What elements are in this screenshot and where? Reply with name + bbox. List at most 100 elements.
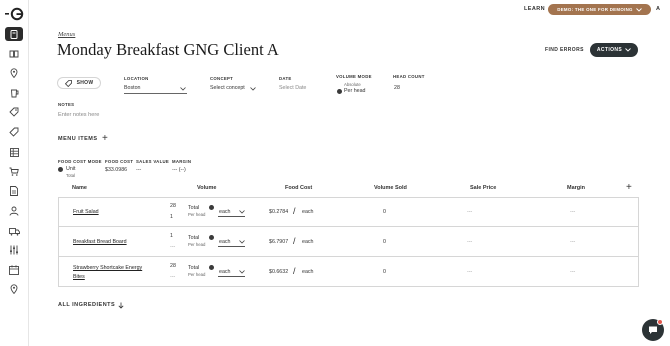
chevron-down-icon[interactable] [239, 270, 245, 274]
per-head-radio[interactable] [337, 89, 342, 94]
column-header-margin: Margin [567, 185, 586, 191]
head-count-label: HEAD COUNT [393, 74, 425, 79]
document-icon[interactable] [5, 184, 23, 198]
volume-total-label: Total [188, 235, 200, 241]
map-pin-icon[interactable] [5, 282, 23, 296]
demo-selector[interactable]: DEMO: THE ONE FOR DEMOING [548, 4, 651, 15]
volume-sold-cell[interactable]: 0 [383, 239, 386, 245]
date-input[interactable]: Select Date [279, 85, 306, 91]
show-button-label: SHOW [76, 80, 94, 86]
volume-mode-label: VOLUME MODE [336, 74, 372, 79]
chevron-down-icon[interactable] [239, 210, 245, 214]
menus-icon[interactable] [5, 27, 23, 41]
people-icon[interactable] [5, 204, 23, 218]
sale-price-cell[interactable]: --- [467, 269, 472, 275]
item-name-link-line2[interactable]: Bites [73, 273, 85, 282]
notification-dot [657, 319, 663, 325]
volume-total-value[interactable]: 28 [170, 203, 176, 209]
learn-link[interactable]: LEARN [524, 6, 545, 12]
chevron-down-icon[interactable] [180, 87, 186, 91]
location-select[interactable]: Boston [124, 85, 141, 91]
avatar[interactable]: A [656, 6, 660, 12]
show-button[interactable]: SHOW [57, 77, 101, 89]
actions-button-label: ACTIONS [596, 47, 623, 53]
unit-select-underline [218, 246, 245, 247]
add-column-icon[interactable]: + [626, 183, 632, 193]
chevron-down-icon[interactable] [239, 240, 245, 244]
food-cost-cell: $0.6632 [269, 269, 289, 275]
unit-select-underline [218, 276, 245, 277]
unit-select[interactable]: each [219, 239, 231, 245]
head-count-input[interactable]: 28 [394, 85, 400, 91]
arrow-down-icon[interactable] [118, 302, 124, 309]
location-pin-icon[interactable] [5, 66, 23, 80]
notes-input[interactable]: Enter notes here [58, 112, 99, 118]
find-errors-button[interactable]: FIND ERRORS [545, 47, 584, 53]
food-tag-icon[interactable] [5, 105, 23, 119]
slash-divider: / [293, 236, 296, 246]
volume-total-value[interactable]: 1 [170, 233, 173, 239]
volume-mode-radio[interactable] [209, 265, 214, 270]
page-title: Monday Breakfast GNG Client A [57, 40, 279, 59]
calendar-icon[interactable] [5, 263, 23, 277]
margin-cell: --- [570, 269, 576, 275]
unit-radio[interactable] [58, 167, 63, 172]
volume-per-head-value[interactable]: --- [170, 274, 175, 280]
drink-icon[interactable] [5, 86, 23, 100]
breadcrumb[interactable]: Menus [58, 31, 75, 38]
volume-total-label: Total [188, 205, 200, 211]
volume-sold-cell[interactable]: 0 [383, 209, 386, 215]
volume-total-value[interactable]: 28 [170, 263, 176, 269]
margin-value: --- (--) [172, 167, 186, 173]
grid-icon[interactable] [5, 145, 23, 159]
food-cost-mode-label: FOOD COST MODE [58, 159, 102, 164]
volume-per-head-value[interactable]: --- [170, 244, 175, 250]
volume-per-head-label: Per head [188, 212, 206, 217]
table-row [58, 257, 639, 287]
food-cost-mode-unit[interactable]: Unit [66, 166, 75, 172]
column-header-volume: Volume [197, 185, 217, 191]
column-header-sale-price: Sale Price [470, 185, 497, 191]
sliders-icon[interactable] [5, 243, 23, 257]
brand-logo-icon[interactable] [5, 7, 24, 21]
sale-price-cell[interactable]: --- [467, 209, 472, 215]
item-name-link[interactable]: Strawberry Shortcake Energy [73, 264, 142, 273]
sale-price-cell[interactable]: --- [467, 239, 472, 245]
all-ingredients-toggle[interactable]: ALL INGREDIENTS [58, 302, 115, 308]
book-icon[interactable] [5, 47, 23, 61]
food-cost-mode-total[interactable]: Total [66, 173, 75, 178]
margin-label: MARGIN [172, 159, 192, 164]
unit-select[interactable]: each [219, 209, 231, 215]
chevron-down-icon[interactable] [250, 87, 256, 91]
concept-label: CONCEPT [210, 76, 234, 81]
chevron-down-icon [625, 48, 631, 52]
margin-cell: --- [570, 239, 576, 245]
volume-sold-cell[interactable]: 0 [383, 269, 386, 275]
price-tag-icon[interactable] [5, 125, 23, 139]
food-cost-cell: $0.2784 [269, 209, 289, 215]
item-name-link[interactable]: Fruit Salad [73, 208, 99, 217]
unit-select[interactable]: each [219, 269, 231, 275]
volume-total-label: Total [188, 265, 200, 271]
location-underline [124, 93, 187, 94]
cart-icon[interactable] [5, 164, 23, 178]
volume-mode-per-head[interactable]: Per head [344, 88, 366, 94]
volume-per-head-label: Per head [188, 272, 206, 277]
actions-button[interactable]: ACTIONS [590, 43, 638, 57]
volume-mode-absolute[interactable]: Absolute [344, 82, 361, 87]
delivery-icon[interactable] [5, 224, 23, 238]
tag-icon [64, 79, 72, 87]
volume-per-head-value[interactable]: 1 [170, 214, 173, 220]
column-header-food-cost: Food Cost [285, 185, 313, 191]
volume-mode-radio[interactable] [209, 205, 214, 210]
volume-mode-radio[interactable] [209, 235, 214, 240]
food-cost-label: FOOD COST [105, 159, 134, 164]
concept-select[interactable]: Select concept [210, 85, 245, 91]
add-menu-item-icon[interactable]: + [102, 134, 108, 144]
table-row [58, 227, 639, 257]
notes-label: NOTES [58, 102, 75, 107]
demo-selector-label: DEMO: THE ONE FOR DEMOING [557, 7, 633, 12]
food-cost-unit: each [302, 209, 314, 215]
item-name-link[interactable]: Breakfast Bread Board [73, 238, 127, 247]
column-header-volume-sold: Volume Sold [374, 185, 407, 191]
